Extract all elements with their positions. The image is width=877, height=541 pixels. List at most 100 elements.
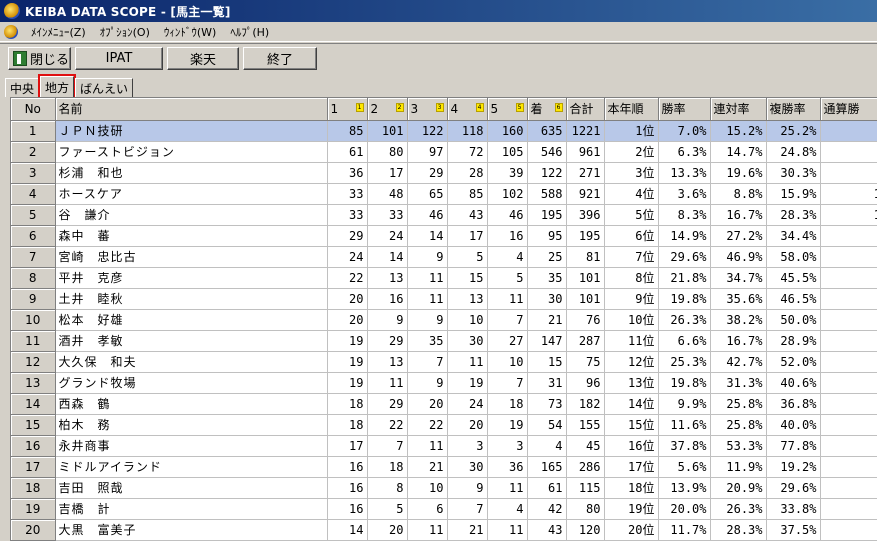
cell-fifth-count[interactable]: 160 <box>487 120 528 142</box>
cell-second-count[interactable]: 29 <box>367 330 408 352</box>
cell-quinella-rate[interactable]: 20.9% <box>710 477 767 499</box>
cell-fifth-count[interactable]: 3 <box>487 435 528 457</box>
cell-career-wins[interactable]: 390勝 <box>820 498 877 520</box>
column-header-name[interactable]: 名前 <box>55 98 328 121</box>
cell-total-count[interactable]: 75 <box>566 351 605 373</box>
cell-total-count[interactable]: 45 <box>566 435 605 457</box>
cell-fourth-count[interactable]: 7 <box>447 498 488 520</box>
cell-show-rate[interactable]: 40.6% <box>766 372 821 394</box>
cell-win-rate[interactable]: 14.9% <box>658 225 711 247</box>
cell-owner-name[interactable]: 森中 蕃 <box>55 225 328 247</box>
cell-total-count[interactable]: 961 <box>566 141 605 163</box>
cell-show-rate[interactable]: 28.9% <box>766 330 821 352</box>
cell-win-rate[interactable]: 7.0% <box>658 120 711 142</box>
cell-career-wins[interactable]: 82勝 <box>820 330 877 352</box>
table-row[interactable]: 6森中 蕃2924141716951956位14.9%27.2%34.4%456… <box>11 225 877 247</box>
cell-first-count[interactable]: 85 <box>327 120 368 142</box>
cell-fourth-count[interactable]: 28 <box>447 162 488 184</box>
cell-career-wins[interactable]: 388勝 <box>820 288 877 310</box>
cell-first-count[interactable]: 16 <box>327 477 368 499</box>
cell-second-count[interactable]: 14 <box>367 246 408 268</box>
menu-options[interactable]: ｵﾌﾟｼｮﾝ(O) <box>93 24 157 40</box>
cell-career-wins[interactable]: 773勝 <box>820 477 877 499</box>
cell-career-wins[interactable]: 351勝 <box>820 246 877 268</box>
cell-total-count[interactable]: 1221 <box>566 120 605 142</box>
column-header-3rd[interactable]: 33 <box>407 98 448 121</box>
cell-show-rate[interactable]: 37.5% <box>766 519 821 541</box>
cell-second-count[interactable]: 17 <box>367 162 408 184</box>
cell-total-count[interactable]: 396 <box>566 204 605 226</box>
cell-third-count[interactable]: 7 <box>407 351 448 373</box>
cell-fourth-count[interactable]: 21 <box>447 519 488 541</box>
cell-year-rank[interactable]: 17位 <box>604 456 659 478</box>
menu-window[interactable]: ｳｨﾝﾄﾞｳ(W) <box>157 24 223 40</box>
cell-year-rank[interactable]: 19位 <box>604 498 659 520</box>
cell-first-count[interactable]: 22 <box>327 267 368 289</box>
cell-year-rank[interactable]: 4位 <box>604 183 659 205</box>
cell-row-number[interactable]: 15 <box>11 414 56 436</box>
cell-quinella-rate[interactable]: 28.3% <box>710 519 767 541</box>
cell-fifth-count[interactable]: 11 <box>487 288 528 310</box>
cell-owner-name[interactable]: ファーストビジョン <box>55 141 328 163</box>
cell-year-rank[interactable]: 8位 <box>604 267 659 289</box>
cell-fourth-count[interactable]: 30 <box>447 330 488 352</box>
cell-first-count[interactable]: 29 <box>327 225 368 247</box>
quit-button[interactable]: 終了 <box>243 47 317 70</box>
cell-fourth-count[interactable]: 5 <box>447 246 488 268</box>
cell-owner-name[interactable]: 大久保 和夫 <box>55 351 328 373</box>
cell-second-count[interactable]: 13 <box>367 267 408 289</box>
cell-fifth-count[interactable]: 11 <box>487 519 528 541</box>
cell-owner-name[interactable]: 吉橋 計 <box>55 498 328 520</box>
column-header-no[interactable]: No <box>11 98 56 121</box>
cell-career-wins[interactable]: 925勝 <box>820 393 877 415</box>
cell-quinella-rate[interactable]: 38.2% <box>710 309 767 331</box>
cell-second-count[interactable]: 24 <box>367 225 408 247</box>
cell-owner-name[interactable]: ミドルアイランド <box>55 456 328 478</box>
cell-owner-name[interactable]: ＪＰＮ技研 <box>55 120 328 142</box>
cell-total-count[interactable]: 81 <box>566 246 605 268</box>
cell-win-rate[interactable]: 20.0% <box>658 498 711 520</box>
cell-win-rate[interactable]: 19.8% <box>658 288 711 310</box>
cell-row-number[interactable]: 14 <box>11 393 56 415</box>
cell-third-count[interactable]: 21 <box>407 456 448 478</box>
cell-quinella-rate[interactable]: 35.6% <box>710 288 767 310</box>
cell-first-count[interactable]: 33 <box>327 204 368 226</box>
cell-fifth-count[interactable]: 36 <box>487 456 528 478</box>
cell-row-number[interactable]: 19 <box>11 498 56 520</box>
cell-fourth-count[interactable]: 10 <box>447 309 488 331</box>
cell-career-wins[interactable]: 355勝 <box>820 519 877 541</box>
cell-row-number[interactable]: 16 <box>11 435 56 457</box>
cell-fifth-count[interactable]: 102 <box>487 183 528 205</box>
cell-show-rate[interactable]: 28.3% <box>766 204 821 226</box>
cell-show-rate[interactable]: 24.8% <box>766 141 821 163</box>
cell-first-count[interactable]: 18 <box>327 414 368 436</box>
cell-owner-name[interactable]: 平井 克彦 <box>55 267 328 289</box>
cell-year-rank[interactable]: 5位 <box>604 204 659 226</box>
cell-out-count[interactable]: 73 <box>527 393 567 415</box>
cell-total-count[interactable]: 96 <box>566 372 605 394</box>
cell-owner-name[interactable]: 松本 好雄 <box>55 309 328 331</box>
cell-fifth-count[interactable]: 16 <box>487 225 528 247</box>
cell-show-rate[interactable]: 15.9% <box>766 183 821 205</box>
cell-show-rate[interactable]: 34.4% <box>766 225 821 247</box>
cell-third-count[interactable]: 6 <box>407 498 448 520</box>
cell-show-rate[interactable]: 50.0% <box>766 309 821 331</box>
cell-first-count[interactable]: 33 <box>327 183 368 205</box>
cell-show-rate[interactable]: 36.8% <box>766 393 821 415</box>
cell-third-count[interactable]: 9 <box>407 246 448 268</box>
cell-quinella-rate[interactable]: 42.7% <box>710 351 767 373</box>
cell-total-count[interactable]: 115 <box>566 477 605 499</box>
cell-out-count[interactable]: 43 <box>527 519 567 541</box>
table-row[interactable]: 12大久保 和夫191371110157512位25.3%42.7%52.0%2… <box>11 351 877 373</box>
cell-first-count[interactable]: 20 <box>327 288 368 310</box>
cell-fifth-count[interactable]: 19 <box>487 414 528 436</box>
cell-quinella-rate[interactable]: 34.7% <box>710 267 767 289</box>
cell-quinella-rate[interactable]: 11.9% <box>710 456 767 478</box>
cell-career-wins[interactable]: 456勝 <box>820 225 877 247</box>
cell-row-number[interactable]: 5 <box>11 204 56 226</box>
cell-year-rank[interactable]: 11位 <box>604 330 659 352</box>
table-row[interactable]: 13グランド牧場19119197319613位19.8%31.3%40.6%54… <box>11 372 877 394</box>
cell-second-count[interactable]: 18 <box>367 456 408 478</box>
cell-career-wins[interactable]: 903勝 <box>820 141 877 163</box>
cell-career-wins[interactable]: 402勝 <box>820 162 877 184</box>
